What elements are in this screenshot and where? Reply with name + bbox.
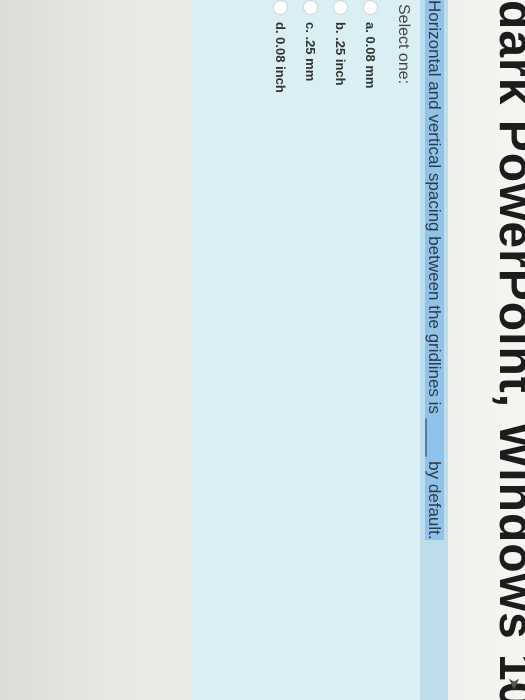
radio-button[interactable]	[363, 0, 379, 15]
select-one-prompt: Select one:	[395, 4, 412, 85]
question-text-highlight: Horizontal and vertical spacing between …	[420, 0, 448, 700]
mouse-pointer-icon: ➤	[505, 677, 524, 691]
option-c[interactable]: c. .25 mm	[300, 0, 322, 81]
option-label: a. 0.08 mm	[363, 22, 379, 89]
radio-button[interactable]	[273, 0, 289, 15]
radio-button[interactable]	[333, 0, 349, 15]
page-heading-fragment: dark PowerPoint, Windows 10	[489, 0, 525, 700]
option-b[interactable]: b. .25 inch	[330, 0, 352, 86]
option-label: d. 0.08 inch	[273, 22, 289, 93]
option-d[interactable]: d. 0.08 inch	[270, 0, 292, 93]
option-a[interactable]: a. 0.08 mm	[360, 0, 382, 89]
question-text: Horizontal and vertical spacing between …	[425, 0, 444, 540]
rotated-view: dark PowerPoint, Windows 10 Horizontal a…	[0, 0, 525, 700]
option-label: c. .25 mm	[303, 22, 319, 82]
radio-button[interactable]	[303, 0, 319, 15]
question-panel: Horizontal and vertical spacing between …	[192, 0, 448, 700]
option-label: b. .25 inch	[333, 22, 349, 86]
